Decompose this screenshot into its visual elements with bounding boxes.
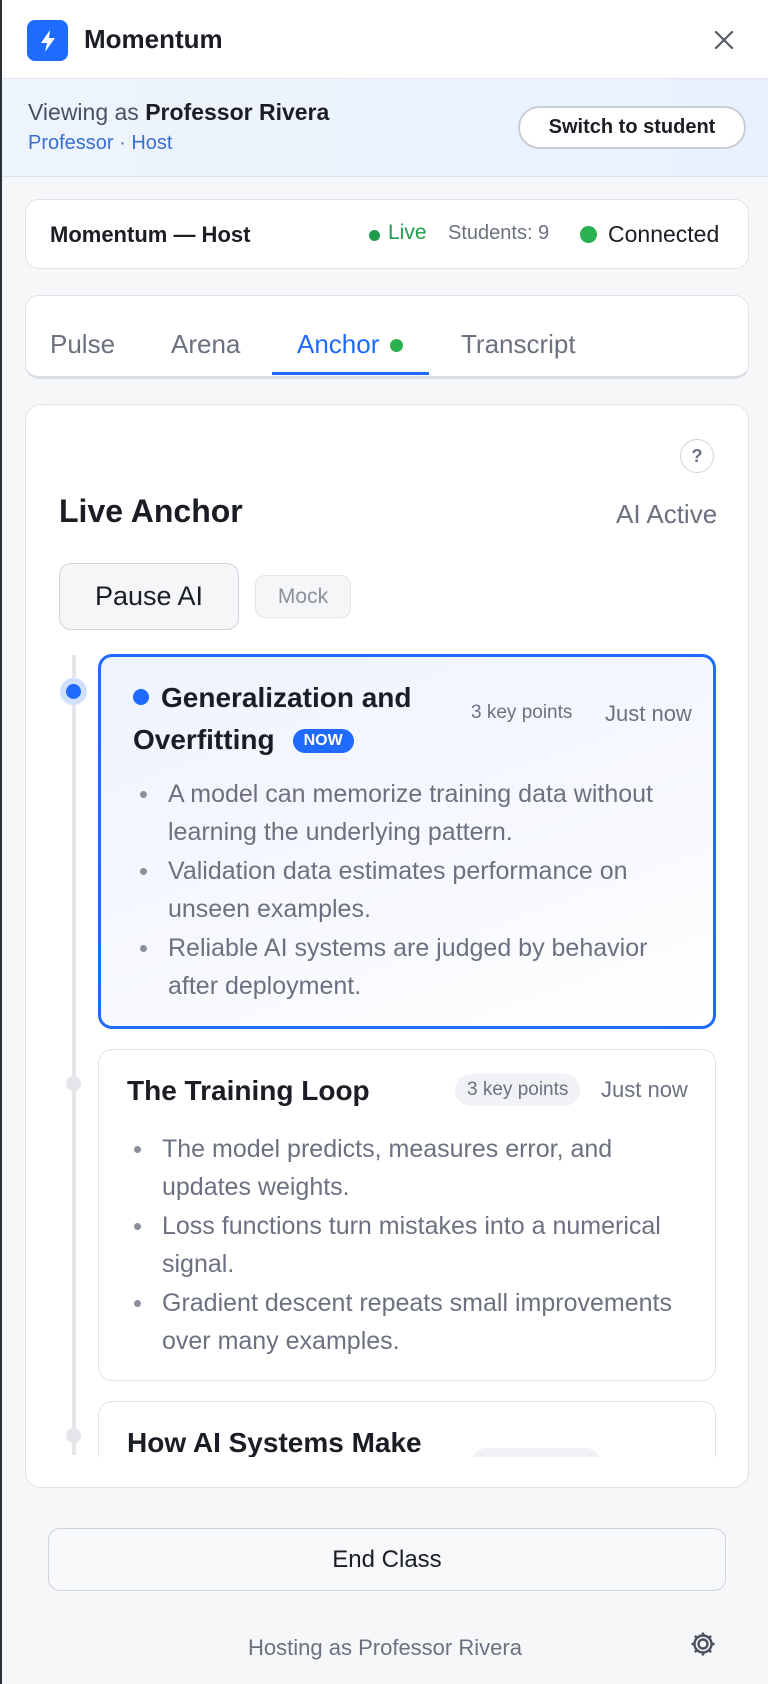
anchor-title: Generalization and Overfitting NOW [133,682,412,755]
close-icon[interactable] [708,24,740,56]
active-tab-underline [272,372,429,375]
pause-ai-button[interactable]: Pause AI [59,563,239,630]
connection-status: Connected [608,221,720,247]
tab-pulse[interactable]: Pulse [50,329,115,360]
viewing-prefix: Viewing as [28,99,139,125]
list-item: Gradient descent repeats small improveme… [127,1284,697,1360]
anchor-title: The Training Loop [127,1075,370,1106]
key-points-list: A model can memorize training data witho… [133,775,693,1006]
anchor-card[interactable]: How AI Systems Make [98,1401,716,1457]
list-item: The model predicts, measures error, and … [127,1130,697,1206]
live-dot-icon [369,230,380,241]
anchor-card-current[interactable]: Generalization and Overfitting NOW 3 key … [98,654,716,1029]
list-item: Reliable AI systems are judged by behavi… [133,929,693,1005]
anchor-title: How AI Systems Make [127,1427,422,1457]
tab-anchor[interactable]: Anchor [297,329,379,360]
key-points-pill: 3 key points [455,1074,581,1106]
list-item: A model can memorize training data witho… [133,775,693,851]
role-subtitle: Professor · Host [28,132,173,154]
key-points-pill [471,1448,601,1457]
live-label: Live [388,221,427,244]
now-badge: NOW [292,729,354,753]
app-title: Momentum [84,24,223,54]
key-points-list: The model predicts, measures error, and … [127,1130,697,1361]
current-dot-icon [133,689,149,705]
key-points-pill: 3 key points [471,702,573,723]
connected-dot-icon [580,226,597,243]
anchor-active-dot-icon [390,339,403,352]
anchor-card-clip: How AI Systems Make [98,1401,716,1457]
session-status-card: Momentum — Host Live Students: 9 Connect… [25,199,749,269]
ai-status: AI Active [616,499,718,529]
viewing-name: Professor Rivera [145,99,330,125]
tab-arena[interactable]: Arena [171,329,240,360]
bolt-icon [27,20,68,61]
list-item: Validation data estimates performance on… [133,852,693,928]
timeline-line [72,655,76,1455]
list-item: Loss functions turn mistakes into a nume… [127,1207,697,1283]
live-anchor-panel: ? Live Anchor AI Active Pause AI Mock Ge… [25,404,749,1488]
viewing-as-line: Viewing as Professor Rivera [28,99,329,126]
app-header: Momentum [2,0,768,79]
session-title: Momentum — Host [50,222,251,247]
students-count: Students: 9 [448,222,550,244]
timeline-dot [66,1428,81,1443]
timeline-dot-current [60,678,87,705]
tab-bar: Pulse Arena Anchor Transcript [25,295,749,379]
timeline-dot [66,1076,81,1091]
end-class-button[interactable]: End Class [48,1528,726,1591]
gear-icon[interactable] [688,1629,718,1659]
panel-title: Live Anchor [59,493,243,529]
switch-to-student-button[interactable]: Switch to student [518,106,746,149]
hosting-as-text: Hosting as Professor Rivera [248,1635,522,1660]
anchor-card[interactable]: The Training Loop 3 key points Just now … [98,1049,716,1381]
tab-transcript[interactable]: Transcript [461,329,576,360]
anchor-timestamp: Just now [601,1077,688,1102]
app-frame: Momentum Viewing as Professor Rivera Pro… [0,0,768,1684]
help-button[interactable]: ? [680,439,714,473]
anchor-timestamp: Just now [605,701,692,726]
mock-badge[interactable]: Mock [255,575,351,618]
